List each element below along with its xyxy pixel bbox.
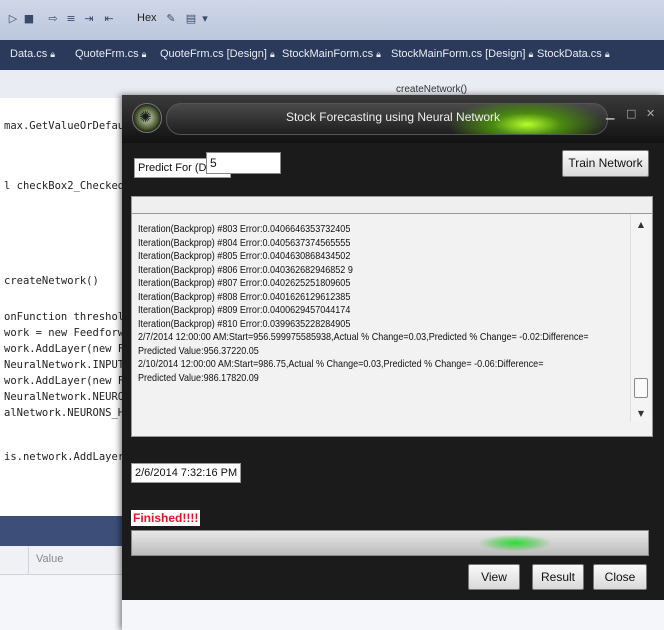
train-network-button[interactable]: Train Network bbox=[562, 150, 649, 177]
code-line: is.network.AddLayer( bbox=[4, 451, 131, 463]
view-button[interactable]: View bbox=[468, 564, 520, 590]
progress-marquee bbox=[480, 535, 550, 551]
code-line: work.AddLayer(new Fe bbox=[4, 375, 131, 387]
locals-panel-columns bbox=[0, 546, 130, 575]
value-column-header[interactable]: Value bbox=[36, 553, 63, 565]
code-line: createNetwork() bbox=[4, 275, 99, 287]
log-line: Iteration(Backprop) #808 Error:0.0401626… bbox=[138, 290, 351, 303]
log-line: Predicted Value:986.17820.09 bbox=[138, 371, 259, 384]
log-line: Predicted Value:956.37220.05 bbox=[138, 344, 259, 357]
lock-icon: 🔒︎ bbox=[50, 50, 56, 60]
scroll-up-icon[interactable]: ▲ bbox=[631, 220, 651, 229]
maximize-icon[interactable]: □ bbox=[626, 107, 636, 120]
log-line: Iteration(Backprop) #804 Error:0.0405637… bbox=[138, 236, 351, 249]
stop-icon[interactable]: ■ bbox=[22, 12, 36, 26]
window-icon[interactable]: ▤ bbox=[184, 12, 198, 26]
close-window-icon[interactable]: ✕ bbox=[646, 107, 655, 120]
code-line: alNetwork.NEURONS_HID bbox=[4, 407, 137, 419]
log-line: Iteration(Backprop) #806 Error:0.0403626… bbox=[138, 263, 353, 276]
scroll-thumb[interactable] bbox=[634, 378, 648, 398]
lock-icon: 🔒︎ bbox=[141, 50, 147, 60]
lock-icon: 🔒︎ bbox=[376, 50, 381, 60]
result-button[interactable]: Result bbox=[532, 564, 584, 590]
log-header-strip bbox=[131, 196, 653, 214]
lock-icon: 🔒︎ bbox=[528, 50, 534, 60]
log-line: Iteration(Backprop) #803 Error:0.0406646… bbox=[138, 223, 351, 235]
log-line: Iteration(Backprop) #805 Error:0.0404630… bbox=[138, 250, 351, 262]
close-button[interactable]: Close bbox=[593, 564, 647, 590]
tab-stockdata-cs[interactable]: StockData.cs 🔒︎ bbox=[537, 48, 610, 60]
tab-quotefrm-design[interactable]: QuoteFrm.cs [Design] 🔒︎ bbox=[160, 48, 275, 60]
column-divider[interactable] bbox=[28, 546, 29, 574]
code-line: NeuralNetwork.NEURONS bbox=[4, 391, 137, 403]
code-line: work = new Feedforwa bbox=[4, 327, 131, 339]
log-line: Iteration(Backprop) #810 Error:0.0399635… bbox=[138, 317, 351, 330]
code-line: onFunction threshold bbox=[4, 311, 131, 323]
hex-toggle[interactable]: Hex bbox=[137, 12, 157, 24]
method-dropdown[interactable]: createNetwork() bbox=[396, 84, 467, 95]
indent-icon[interactable]: ⇥ bbox=[82, 12, 96, 26]
tab-data-cs[interactable]: Data.cs 🔒︎ bbox=[10, 48, 55, 60]
log-line: Iteration(Backprop) #809 Error:0.0400629… bbox=[138, 304, 351, 316]
document-tabs: Data.cs 🔒︎ QuoteFrm.cs 🔒︎ QuoteFrm.cs [Des… bbox=[0, 40, 664, 70]
predict-days-input[interactable]: 5 bbox=[206, 152, 281, 174]
window-title: Stock Forecasting using Neural Network bbox=[285, 110, 501, 124]
log-lines: Iteration(Backprop) #803 Error:0.0406646… bbox=[138, 223, 628, 385]
comment-icon[interactable]: ≡ bbox=[64, 12, 78, 26]
outdent-icon[interactable]: ⇤ bbox=[102, 12, 116, 26]
step-into-icon[interactable]: ▷ bbox=[6, 12, 20, 26]
timestamp-label: 2/6/2014 7:32:16 PM bbox=[131, 463, 242, 483]
minimize-icon[interactable]: ▁ bbox=[606, 107, 614, 120]
window-titlebar[interactable]: ✺ Stock Forecasting using Neural Network… bbox=[122, 95, 664, 143]
tab-stockmainform-cs[interactable]: StockMainForm.cs 🔒︎ bbox=[282, 48, 381, 60]
log-scrollbar[interactable]: ▲ ▼ bbox=[630, 214, 651, 422]
ide-toolbar: ▷ ■ ⇨ ≡ ⇥ ⇤ Hex ✎ ▤ ▾ bbox=[0, 0, 664, 41]
log-line: Iteration(Backprop) #807 Error:0.0402625… bbox=[138, 277, 351, 289]
chevron-down-icon[interactable]: ▾ bbox=[198, 12, 212, 26]
lock-icon: 🔒︎ bbox=[604, 50, 610, 60]
locals-panel-header bbox=[0, 516, 130, 546]
training-log[interactable]: Iteration(Backprop) #803 Error:0.0406646… bbox=[131, 213, 653, 437]
tab-stockmainform-design[interactable]: StockMainForm.cs [Design] 🔒︎ bbox=[391, 48, 533, 60]
progress-bar bbox=[131, 530, 649, 556]
status-label: Finished!!!! bbox=[131, 510, 201, 526]
scroll-down-icon[interactable]: ▼ bbox=[631, 409, 651, 418]
code-line: NeuralNetwork.INPUT_ bbox=[4, 359, 131, 371]
code-line: max.GetValueOrDefault bbox=[4, 120, 137, 132]
step-over-icon[interactable]: ⇨ bbox=[46, 12, 60, 26]
code-line: work.AddLayer(new Fe bbox=[4, 343, 131, 355]
log-line: 2/10/2014 12:00:00 AM:Start=986.75,Actua… bbox=[138, 358, 544, 370]
lock-icon: 🔒︎ bbox=[269, 50, 275, 60]
log-line: 2/7/2014 12:00:00 AM:Start=956.599975585… bbox=[138, 331, 589, 343]
tools-icon[interactable]: ✎ bbox=[164, 12, 178, 26]
tab-quotefrm-cs[interactable]: QuoteFrm.cs 🔒︎ bbox=[75, 48, 146, 60]
desktop-strip bbox=[122, 600, 664, 630]
